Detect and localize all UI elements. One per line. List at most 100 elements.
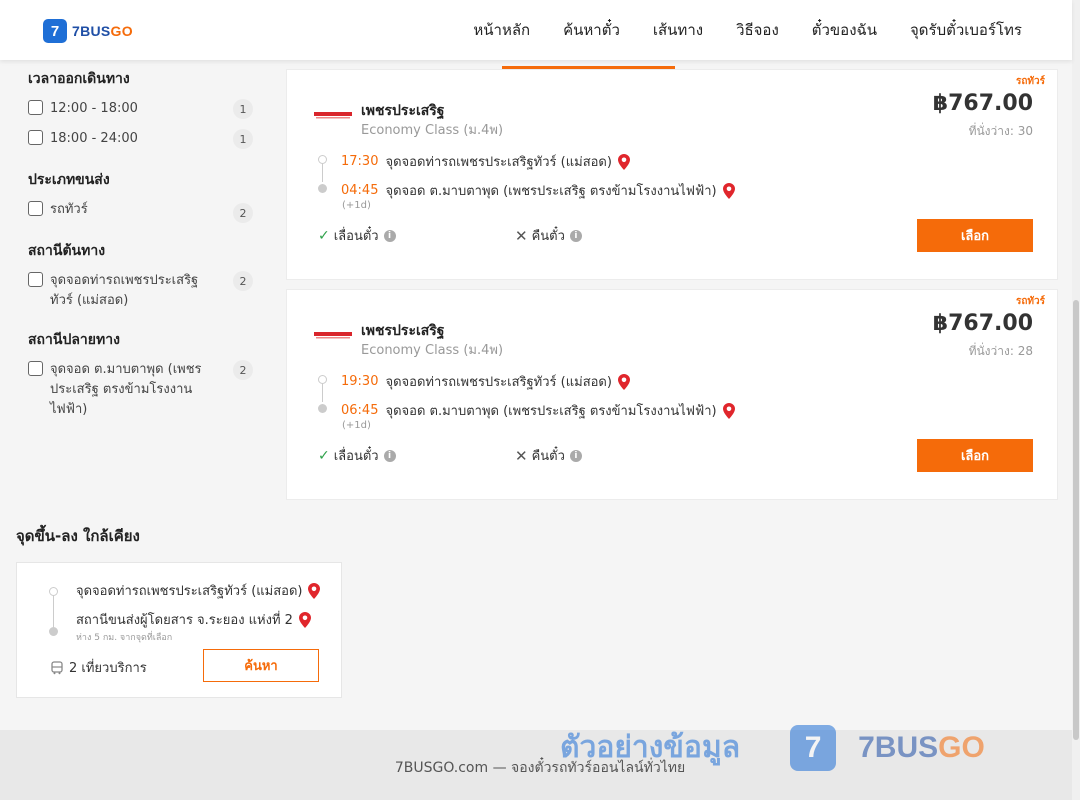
arrival-stop: 06:45 จุดจอด ต.มาบตาพุด (เพชรประเสริฐ ตร… — [341, 400, 735, 421]
departure-time: 17:30 — [341, 154, 379, 169]
destination-dot-icon — [318, 184, 327, 193]
nearby-origin-name: จุดจอดท่ารถเพชรประเสริฐทัวร์ (แม่สอด) — [76, 584, 303, 599]
departure-stop: 17:30 จุดจอดท่ารถเพชรประเสริฐทัวร์ (แม่ส… — [341, 151, 630, 172]
count-badge: 1 — [233, 99, 253, 119]
nav-my-tickets[interactable]: ตั๋วของฉัน — [812, 18, 877, 42]
select-trip-button[interactable]: เลือก — [917, 219, 1033, 252]
result-card: รถทัวร์ เพชรประเสริฐ Economy Class (ม.4พ… — [286, 69, 1058, 280]
origin-dot-icon — [49, 587, 58, 596]
map-pin-icon[interactable] — [722, 402, 735, 419]
ticket-price: ฿767.00 — [932, 311, 1033, 336]
map-pin-icon[interactable] — [617, 373, 630, 390]
filter-option-label: 18:00 - 24:00 — [50, 131, 138, 146]
info-icon[interactable]: i — [569, 449, 582, 462]
day-offset: (+1d) — [342, 200, 371, 211]
filter-option[interactable]: 18:00 - 24:00 1 — [28, 129, 258, 149]
operator-logo-icon — [314, 332, 352, 339]
filter-sidebar: เวลาออกเดินทาง 12:00 - 18:00 1 18:00 - 2… — [28, 60, 258, 430]
checkbox[interactable] — [28, 100, 43, 115]
select-trip-button[interactable]: เลือก — [917, 439, 1033, 472]
page-footer: 7BUSGO.com — จองตั๋วรถทัวร์ออนไลน์ทั่วไท… — [0, 730, 1080, 800]
map-pin-icon[interactable] — [298, 611, 311, 628]
filter-option[interactable]: จุดจอด ต.มาบตาพุด (เพชรประเสริฐ ตรงข้ามโ… — [28, 360, 258, 420]
reschedule-policy: ✓ เลื่อนตั๋ว i — [318, 445, 396, 466]
cross-icon: ✕ — [515, 446, 528, 465]
departure-stop-name: จุดจอดท่ารถเพชรประเสริฐทัวร์ (แม่สอด) — [385, 155, 612, 170]
refund-label: คืนตั๋ว — [531, 229, 565, 244]
logo-text: 7BUSGO — [72, 23, 133, 39]
active-sort-underline — [502, 66, 675, 69]
nearby-origin: จุดจอดท่ารถเพชรประเสริฐทัวร์ (แม่สอด) — [76, 580, 321, 601]
count-badge: 2 — [233, 360, 253, 380]
info-icon[interactable]: i — [383, 449, 396, 462]
site-logo[interactable]: 7 7BUSGO — [43, 19, 133, 43]
reschedule-policy: ✓ เลื่อนตั๋ว i — [318, 225, 396, 246]
filter-option-label: 12:00 - 18:00 — [50, 101, 138, 116]
destination-dot-icon — [318, 404, 327, 413]
logo-mark: 7 — [43, 19, 67, 43]
check-icon: ✓ — [318, 447, 330, 464]
nearby-stops-card: จุดจอดท่ารถเพชรประเสริฐทัวร์ (แม่สอด) สถ… — [16, 562, 342, 698]
nearby-destination-name: สถานีขนส่งผู้โดยสาร จ.ระยอง แห่งที่ 2 — [76, 613, 293, 628]
nav-routes[interactable]: เส้นทาง — [653, 18, 703, 42]
departure-stop-name: จุดจอดท่ารถเพชรประเสริฐทัวร์ (แม่สอด) — [385, 375, 612, 390]
nav-ticket-pickup-phone[interactable]: จุดรับตั๋วเบอร์โทร — [910, 18, 1022, 42]
checkbox[interactable] — [28, 361, 43, 376]
filter-option-label: จุดจอดท่ารถเพชรประเสริฐทัวร์ (แม่สอด) — [50, 273, 199, 308]
count-badge: 2 — [233, 271, 253, 291]
arrival-stop: 04:45 จุดจอด ต.มาบตาพุด (เพชรประเสริฐ ตร… — [341, 180, 735, 201]
arrival-time: 06:45 — [341, 403, 379, 418]
seats-available: ที่นั่งว่าง: 28 — [968, 344, 1033, 358]
filter-title-origin-station: สถานีต้นทาง — [28, 243, 106, 259]
bus-icon — [51, 660, 63, 674]
main-nav: หน้าหลัก ค้นหาตั๋ว เส้นทาง วิธีจอง ตั๋วข… — [473, 0, 1022, 60]
logo-text-go: GO — [110, 23, 133, 39]
arrival-time: 04:45 — [341, 183, 379, 198]
nearby-stops-title: จุดขึ้น-ลง ใกล้เคียง — [16, 527, 140, 545]
origin-dot-icon — [318, 375, 327, 384]
top-header: 7 7BUSGO หน้าหลัก ค้นหาตั๋ว เส้นทาง วิธี… — [0, 0, 1072, 60]
origin-dot-icon — [318, 155, 327, 164]
info-icon[interactable]: i — [383, 229, 396, 242]
cross-icon: ✕ — [515, 226, 528, 245]
distance-note: ห่าง 5 กม. จากจุดที่เลือก — [76, 633, 173, 643]
count-badge: 2 — [233, 203, 253, 223]
seats-available: ที่นั่งว่าง: 30 — [968, 124, 1033, 138]
operator-logo-icon — [314, 112, 352, 119]
count-badge: 1 — [233, 129, 253, 149]
vehicle-type-tag: รถทัวร์ — [1015, 296, 1045, 307]
refund-policy: ✕ คืนตั๋ว i — [515, 445, 582, 466]
nearby-search-button[interactable]: ค้นหา — [203, 649, 319, 682]
arrival-stop-name: จุดจอด ต.มาบตาพุด (เพชรประเสริฐ ตรงข้ามโ… — [385, 404, 717, 419]
route-line — [53, 593, 54, 629]
ticket-price: ฿767.00 — [932, 91, 1033, 116]
seat-class: Economy Class (ม.4พ) — [361, 343, 504, 358]
nav-how-to-book[interactable]: วิธีจอง — [736, 18, 779, 42]
filter-option-label: รถทัวร์ — [50, 202, 88, 217]
filter-option[interactable]: 12:00 - 18:00 1 — [28, 99, 258, 119]
checkbox[interactable] — [28, 201, 43, 216]
filter-title-destination-station: สถานีปลายทาง — [28, 332, 120, 348]
checkbox[interactable] — [28, 272, 43, 287]
trip-count: 2 เที่ยวบริการ — [50, 657, 147, 678]
filter-option[interactable]: จุดจอดท่ารถเพชรประเสริฐทัวร์ (แม่สอด) 2 — [28, 271, 258, 311]
day-offset: (+1d) — [342, 420, 371, 431]
vehicle-type-tag: รถทัวร์ — [1015, 76, 1045, 87]
refund-policy: ✕ คืนตั๋ว i — [515, 225, 582, 246]
filter-title-departure-time: เวลาออกเดินทาง — [28, 71, 130, 87]
map-pin-icon[interactable] — [722, 182, 735, 199]
map-pin-icon[interactable] — [617, 153, 630, 170]
filter-option[interactable]: รถทัวร์ 2 — [28, 200, 258, 223]
refund-label: คืนตั๋ว — [531, 449, 565, 464]
scrollbar-thumb[interactable] — [1073, 300, 1079, 740]
checkbox[interactable] — [28, 130, 43, 145]
departure-time: 19:30 — [341, 374, 379, 389]
logo-text-main: 7BUS — [72, 23, 111, 39]
check-icon: ✓ — [318, 227, 330, 244]
trip-count-label: 2 เที่ยวบริการ — [69, 661, 147, 676]
map-pin-icon[interactable] — [308, 582, 321, 599]
nav-search-tickets[interactable]: ค้นหาตั๋ว — [563, 18, 620, 42]
info-icon[interactable]: i — [569, 229, 582, 242]
footer-text: 7BUSGO.com — จองตั๋วรถทัวร์ออนไลน์ทั่วไท… — [394, 760, 686, 776]
nav-home[interactable]: หน้าหลัก — [473, 18, 530, 42]
